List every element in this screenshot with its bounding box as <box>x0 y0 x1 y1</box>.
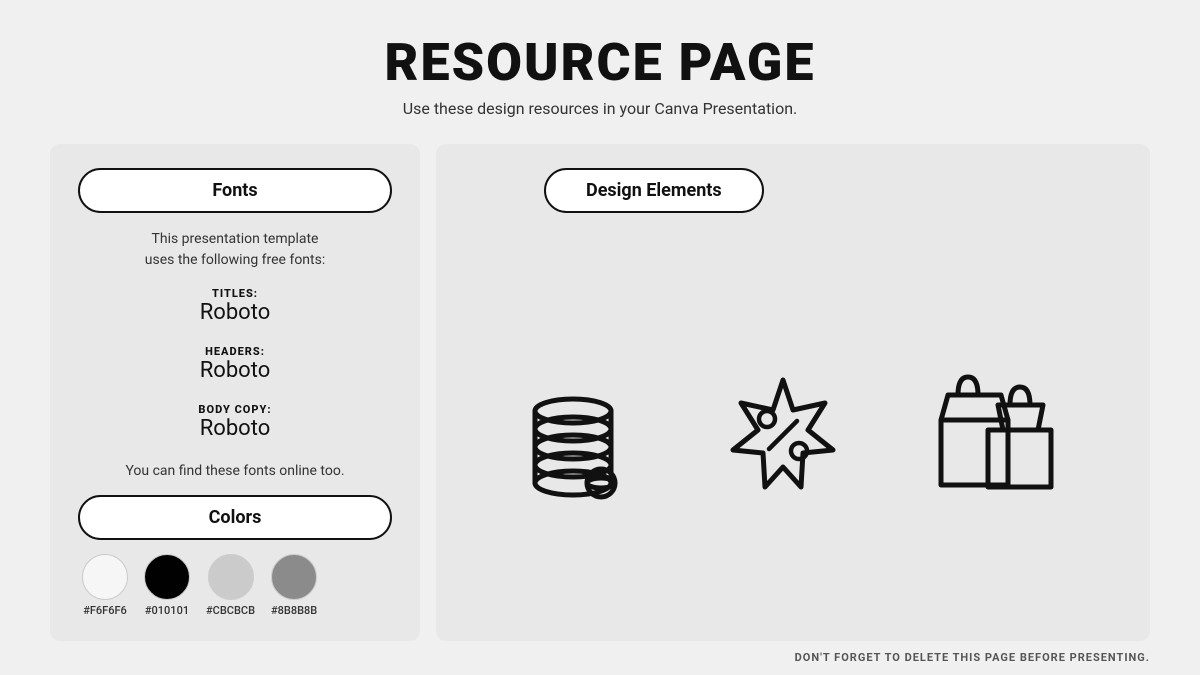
color-swatch-4: #8B8B8B <box>271 554 317 617</box>
right-panel: Design Elements <box>436 144 1150 641</box>
font-name-titles: Roboto <box>78 300 392 325</box>
color-hex-3: #CBCBCB <box>206 604 255 617</box>
swatch-8b8b8b <box>271 554 317 600</box>
font-label-body: BODY COPY: <box>78 403 392 416</box>
left-panel: Fonts This presentation template uses th… <box>50 144 420 641</box>
fonts-find-note: You can find these fonts online too. <box>78 463 392 479</box>
swatch-cbcbcb <box>208 554 254 600</box>
color-swatches: #F6F6F6 #010101 #CBCBCB #8B8B8B <box>78 554 392 617</box>
discount-badge-icon <box>713 365 853 505</box>
font-name-body: Roboto <box>78 416 392 441</box>
font-label-headers: HEADERS: <box>78 345 392 358</box>
swatch-f6f6f6 <box>82 554 128 600</box>
font-entry-titles: TITLES: Roboto <box>78 287 392 325</box>
color-hex-2: #010101 <box>145 604 189 617</box>
design-elements-header: Design Elements <box>544 168 764 213</box>
coins-stack-icon <box>513 365 653 505</box>
swatch-010101 <box>144 554 190 600</box>
footer-note: DON'T FORGET TO DELETE THIS PAGE BEFORE … <box>0 641 1200 672</box>
page-subtitle: Use these design resources in your Canva… <box>385 99 816 118</box>
color-swatch-2: #010101 <box>144 554 190 617</box>
colors-section: Colors #F6F6F6 #010101 #CBCBCB #8B8B8B <box>78 495 392 617</box>
font-name-headers: Roboto <box>78 358 392 383</box>
fonts-section-header: Fonts <box>78 168 392 213</box>
color-hex-4: #8B8B8B <box>271 604 317 617</box>
font-entry-body: BODY COPY: Roboto <box>78 403 392 441</box>
colors-section-header: Colors <box>78 495 392 540</box>
icons-row <box>513 253 1073 617</box>
fonts-description: This presentation template uses the foll… <box>78 229 392 271</box>
color-swatch-1: #F6F6F6 <box>82 554 128 617</box>
color-swatch-3: #CBCBCB <box>206 554 255 617</box>
color-hex-1: #F6F6F6 <box>83 604 127 617</box>
shopping-bags-icon <box>913 365 1073 505</box>
page-title: RESOURCE PAGE <box>385 32 816 93</box>
page-header: RESOURCE PAGE Use these design resources… <box>385 0 816 134</box>
font-entry-headers: HEADERS: Roboto <box>78 345 392 383</box>
font-label-titles: TITLES: <box>78 287 392 300</box>
main-content: Fonts This presentation template uses th… <box>50 144 1150 641</box>
